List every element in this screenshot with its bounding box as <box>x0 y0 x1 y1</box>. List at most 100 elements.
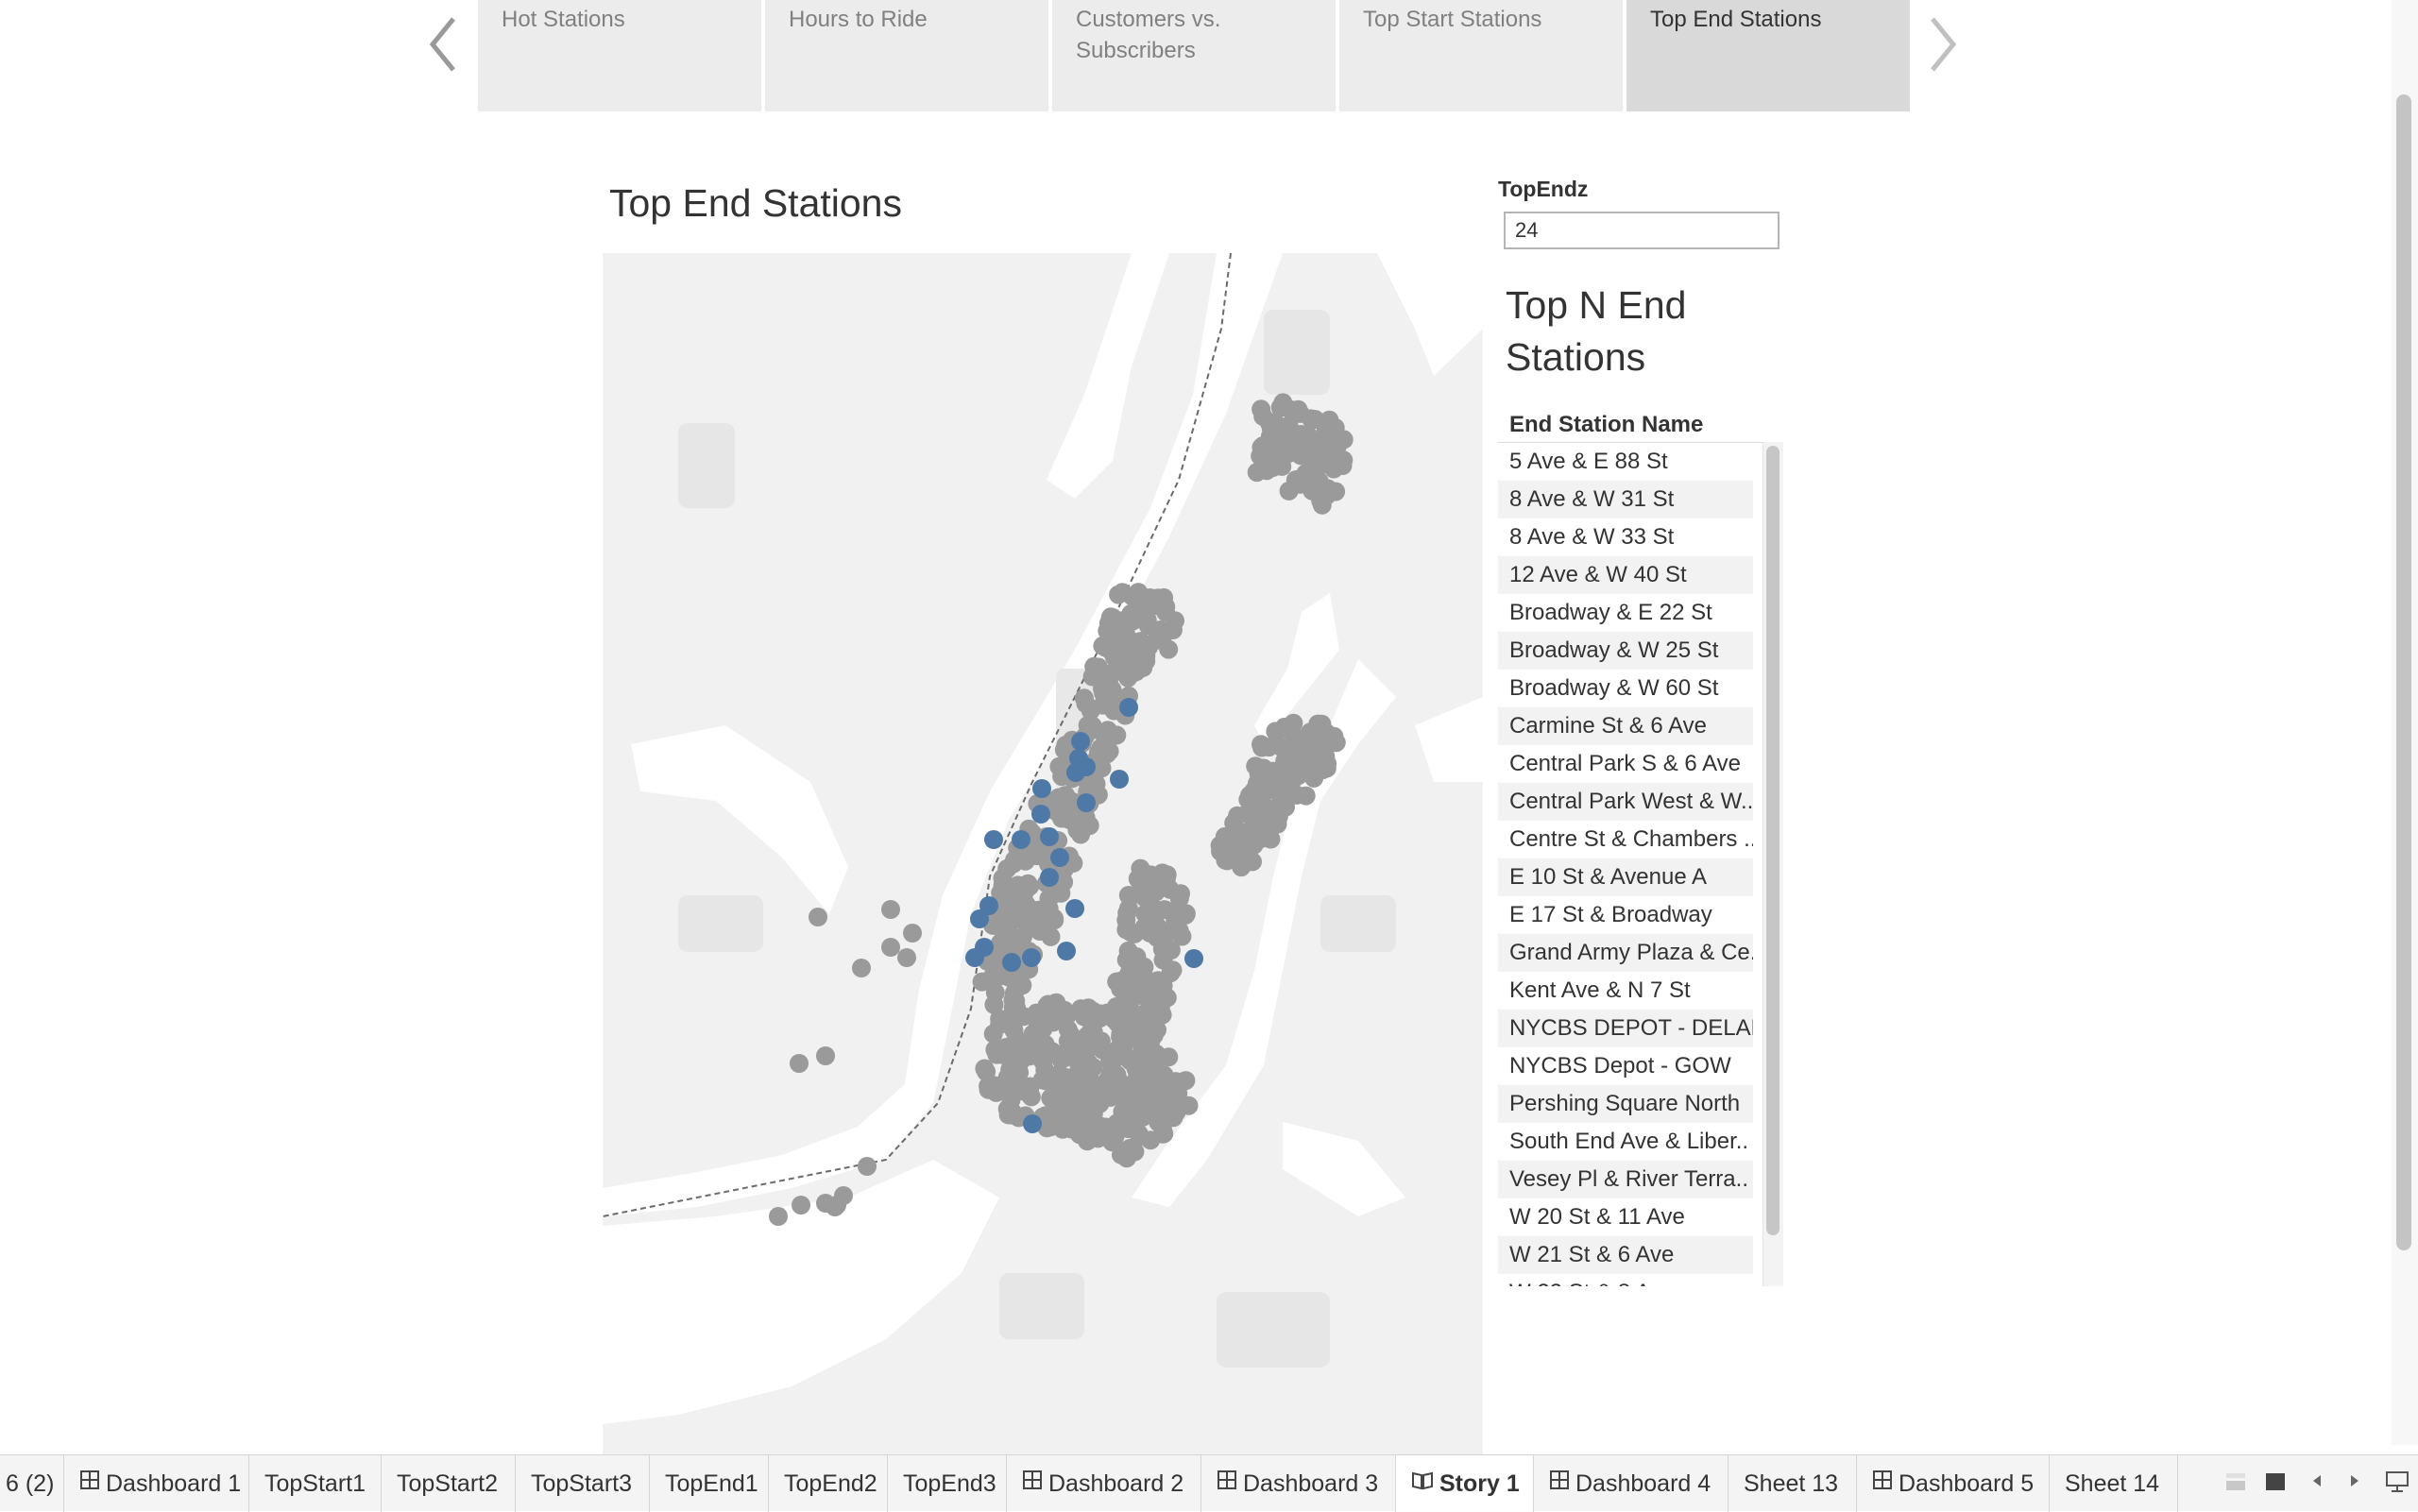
station-point[interactable] <box>897 948 916 967</box>
station-point[interactable] <box>1247 463 1267 483</box>
scroll-tabs-left-icon[interactable] <box>2305 1470 2329 1498</box>
station-point[interactable] <box>1028 1018 1047 1038</box>
table-scrollbar-thumb[interactable] <box>1766 446 1779 1235</box>
station-point[interactable] <box>1102 680 1122 700</box>
table-row[interactable]: Central Park S & 6 Ave <box>1498 745 1753 783</box>
sheet-tab[interactable]: Sheet 14 <box>2050 1455 2178 1512</box>
station-point[interactable] <box>1048 803 1068 823</box>
station-point[interactable] <box>1281 399 1301 419</box>
top-end-station-point[interactable] <box>1065 899 1084 918</box>
table-row[interactable]: 5 Ave & E 88 St <box>1498 443 1753 481</box>
station-point[interactable] <box>979 1077 998 1096</box>
station-point[interactable] <box>1130 1127 1149 1147</box>
station-point[interactable] <box>1111 1028 1131 1047</box>
station-point[interactable] <box>1156 597 1176 617</box>
table-row[interactable]: Pershing Square North <box>1498 1085 1753 1123</box>
station-point[interactable] <box>1037 996 1057 1015</box>
station-point[interactable] <box>1261 829 1281 849</box>
station-point[interactable] <box>1085 1005 1105 1024</box>
station-point[interactable] <box>1047 1098 1066 1118</box>
station-point[interactable] <box>1018 874 1038 893</box>
top-end-station-point[interactable] <box>1022 948 1041 967</box>
table-row[interactable]: Vesey Pl & River Terra.. <box>1498 1161 1753 1198</box>
top-end-station-point[interactable] <box>970 909 989 928</box>
presentation-mode-icon[interactable] <box>2382 1470 2412 1498</box>
top-end-station-point[interactable] <box>1110 770 1129 789</box>
station-point[interactable] <box>1004 852 1024 872</box>
station-point[interactable] <box>1303 766 1323 786</box>
top-end-station-point[interactable] <box>965 948 984 967</box>
station-point[interactable] <box>769 1207 788 1226</box>
station-point[interactable] <box>1004 1021 1024 1041</box>
station-point[interactable] <box>858 1157 877 1176</box>
top-end-station-point[interactable] <box>984 830 1003 849</box>
top-end-station-point[interactable] <box>1023 1114 1042 1133</box>
station-point[interactable] <box>1163 620 1183 639</box>
station-point[interactable] <box>1105 1127 1125 1147</box>
story-point-5[interactable]: Top End Stations <box>1626 0 1910 111</box>
station-point[interactable] <box>1255 782 1274 802</box>
station-point[interactable] <box>1253 406 1273 426</box>
station-point[interactable] <box>985 983 1005 1003</box>
table-row[interactable]: Central Park West & W.. <box>1498 783 1753 821</box>
top-end-station-point[interactable] <box>1032 779 1051 798</box>
station-point[interactable] <box>1255 442 1275 462</box>
station-point[interactable] <box>1114 981 1133 1001</box>
station-point[interactable] <box>1054 1000 1074 1020</box>
top-end-station-point[interactable] <box>1002 953 1021 972</box>
station-point[interactable] <box>816 1046 835 1065</box>
top-end-station-point[interactable] <box>1071 732 1090 751</box>
station-point[interactable] <box>1278 718 1298 738</box>
sheet-tab[interactable]: Dashboard 4 <box>1534 1455 1728 1512</box>
station-point[interactable] <box>1032 1070 1052 1090</box>
table-row[interactable]: 12 Ave & W 40 St <box>1498 556 1753 594</box>
station-point[interactable] <box>1163 960 1183 980</box>
station-point[interactable] <box>881 900 900 919</box>
table-row[interactable]: Centre St & Chambers .. <box>1498 821 1753 858</box>
sheet-tab[interactable]: Dashboard 5 <box>1857 1455 2050 1512</box>
station-point[interactable] <box>1077 1063 1097 1083</box>
station-point[interactable] <box>1137 595 1157 615</box>
station-point[interactable] <box>1169 921 1189 941</box>
station-point[interactable] <box>852 959 871 977</box>
story-point-1[interactable]: Hot Stations <box>478 0 761 111</box>
top-end-station-point[interactable] <box>1184 949 1203 968</box>
table-row[interactable]: W 22 St & 8 Ave <box>1498 1274 1753 1286</box>
top-end-station-point[interactable] <box>1050 848 1069 867</box>
filmstrip-view-icon[interactable] <box>2223 1470 2248 1498</box>
top-end-station-point[interactable] <box>1119 698 1138 717</box>
page-scrollbar-thumb[interactable] <box>2396 94 2411 1250</box>
top-end-station-point[interactable] <box>1057 942 1076 960</box>
station-point[interactable] <box>1145 899 1165 919</box>
station-point[interactable] <box>1132 1007 1152 1027</box>
station-point[interactable] <box>1061 1024 1080 1044</box>
station-point[interactable] <box>1318 485 1337 505</box>
sheet-tab[interactable]: 6 (2) <box>0 1455 64 1512</box>
table-row[interactable]: Broadway & W 60 St <box>1498 670 1753 707</box>
station-point[interactable] <box>809 908 827 926</box>
station-point[interactable] <box>1229 852 1248 871</box>
sheet-tab[interactable]: Dashboard 3 <box>1201 1455 1396 1512</box>
station-point[interactable] <box>1285 785 1304 805</box>
table-row[interactable]: Grand Army Plaza & Ce.. <box>1498 934 1753 972</box>
station-point[interactable] <box>1107 725 1127 745</box>
sheet-tab[interactable]: Sheet 13 <box>1728 1455 1857 1512</box>
station-point[interactable] <box>1291 446 1310 466</box>
topendz-parameter-input[interactable] <box>1504 212 1779 249</box>
sheet-tab[interactable]: TopStart3 <box>516 1455 650 1512</box>
table-row[interactable]: W 20 St & 11 Ave <box>1498 1198 1753 1236</box>
station-point[interactable] <box>1317 453 1337 473</box>
station-point[interactable] <box>1253 758 1273 778</box>
top-end-station-point[interactable] <box>1077 793 1096 812</box>
station-point[interactable] <box>1320 422 1340 442</box>
station-map[interactable] <box>603 253 1483 1457</box>
table-row[interactable]: NYCBS Depot - GOW <box>1498 1047 1753 1085</box>
station-point[interactable] <box>1133 1045 1153 1065</box>
story-next-button[interactable] <box>1921 11 1963 77</box>
station-point[interactable] <box>792 1196 810 1215</box>
station-point[interactable] <box>1074 688 1094 708</box>
table-row[interactable]: E 10 St & Avenue A <box>1498 858 1753 896</box>
sheet-tab[interactable]: Story 1 <box>1396 1455 1534 1512</box>
sheet-tab[interactable]: TopStart1 <box>249 1455 382 1512</box>
station-point[interactable] <box>1042 886 1062 906</box>
